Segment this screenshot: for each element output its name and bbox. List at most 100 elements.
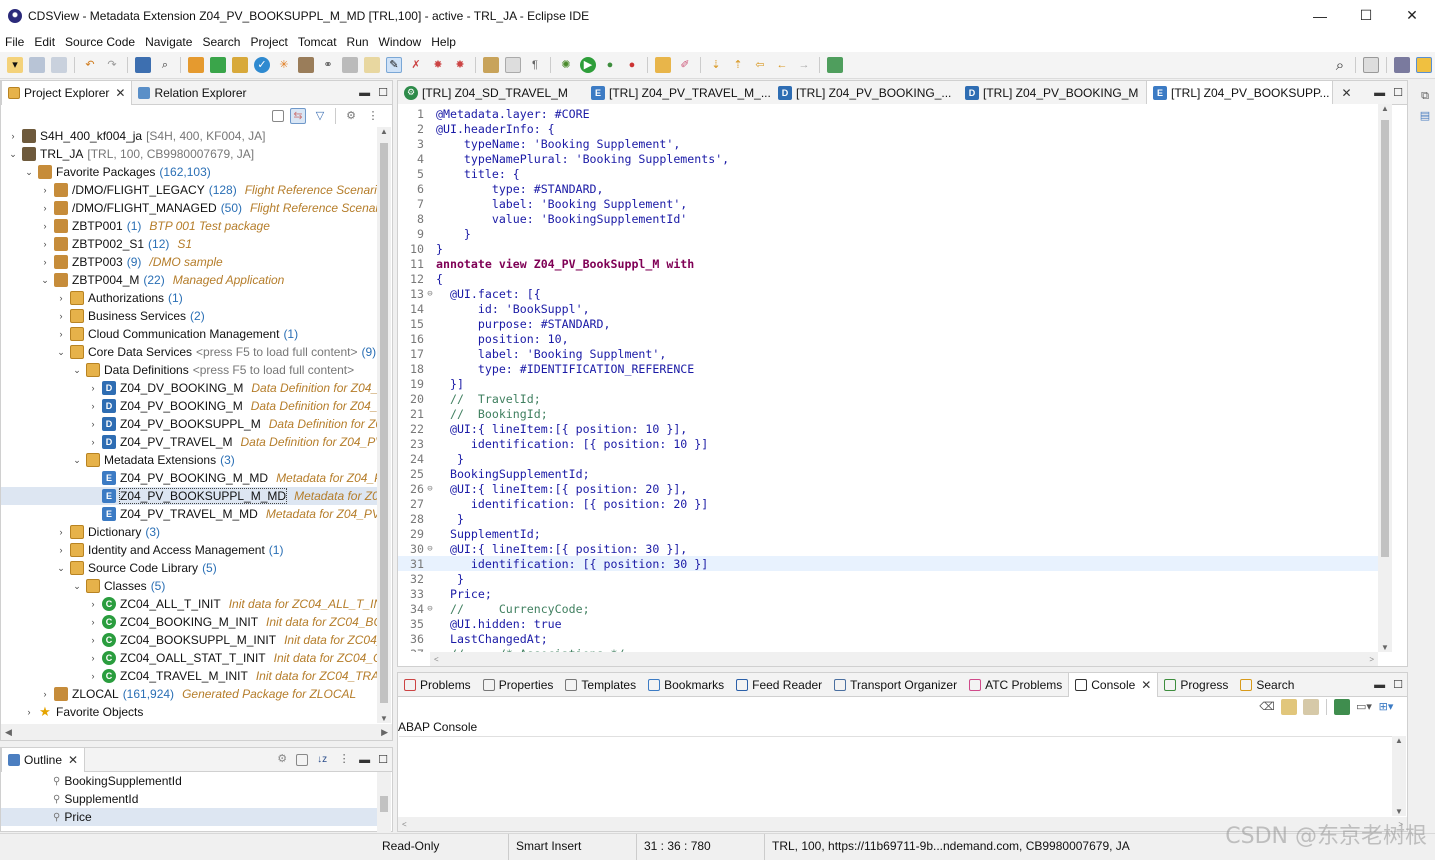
tab-templates[interactable]: Templates	[559, 673, 642, 697]
code-line[interactable]: 13 ⊖ @UI.facet: [{	[398, 286, 1378, 301]
coverage-icon[interactable]: ●	[602, 57, 618, 73]
expand-toggle-icon[interactable]: ›	[87, 617, 99, 627]
sort-icon[interactable]: ↓z	[314, 752, 330, 768]
close-icon[interactable]: ✕	[115, 86, 125, 100]
tree-item[interactable]: › C ZC04_BOOKING_M_INIT Init data for ZC04_…	[1, 613, 377, 631]
menu-search[interactable]: Search	[197, 35, 245, 49]
code-line[interactable]: 36 LastChangedAt;	[398, 631, 1378, 646]
tree-item[interactable]: E Z04_PV_BOOKING_M_MD Metadata for Z04_PV	[1, 469, 377, 487]
editor-tab[interactable]: ⚙ [TRL] Z04_SD_TRAVEL_M	[398, 81, 585, 105]
code-line[interactable]: 10}	[398, 241, 1378, 256]
tool3-icon[interactable]: ✸	[452, 57, 468, 73]
back-icon[interactable]: ←	[774, 57, 790, 73]
tree-item[interactable]: ⌄ Source Code Library (5)	[1, 559, 377, 577]
scroll-lock-icon[interactable]	[1281, 699, 1297, 715]
code-line[interactable]: 31 identification: [{ position: 30 }]	[398, 556, 1378, 571]
tree-item[interactable]: › C ZC04_ALL_T_INIT Init data for ZC04_ALL_…	[1, 595, 377, 613]
tree-hscrollbar[interactable]: ◀ ▶	[1, 724, 392, 740]
save-icon[interactable]	[29, 57, 45, 73]
tree-item[interactable]: › ZBTP002_S1 (12) S1	[1, 235, 377, 253]
pilcrow-icon[interactable]: ¶	[527, 57, 543, 73]
expand-toggle-icon[interactable]: ⌄	[39, 275, 51, 286]
tree-item[interactable]: › D Z04_PV_TRAVEL_M Data Definition for Z04…	[1, 433, 377, 451]
minimize-button[interactable]: —	[1297, 0, 1343, 31]
minimize-view-icon[interactable]: ▬	[1374, 87, 1385, 99]
save-all-icon[interactable]	[51, 57, 67, 73]
prev-annotation-icon[interactable]: ⇡	[730, 57, 746, 73]
maximize-view-icon[interactable]: ☐	[378, 753, 388, 766]
tree-item[interactable]: › ZLOCAL (161,924) Generated Package for ZL…	[1, 685, 377, 703]
expand-toggle-icon[interactable]: ›	[55, 329, 67, 339]
forward-icon[interactable]: →	[796, 57, 812, 73]
expand-toggle-icon[interactable]: ›	[39, 257, 51, 267]
redo-icon[interactable]: ↷	[104, 57, 120, 73]
print-icon[interactable]	[342, 57, 358, 73]
code-line[interactable]: 27 identification: [{ position: 20 }]	[398, 496, 1378, 511]
code-line[interactable]: 26 ⊖ @UI:{ lineItem:[{ position: 20 }],	[398, 481, 1378, 496]
open-folder-icon[interactable]	[655, 57, 671, 73]
tab-atc-problems[interactable]: ATC Problems	[963, 673, 1068, 697]
link-editor-icon[interactable]: ⇆	[290, 108, 306, 124]
tool1-icon[interactable]: ✗	[408, 57, 424, 73]
console-icon[interactable]	[135, 57, 151, 73]
collapse-all-icon[interactable]	[272, 110, 284, 122]
tree-item[interactable]: ⌄ Data Definitions <press F5 to load full …	[1, 361, 377, 379]
expand-toggle-icon[interactable]: ›	[55, 311, 67, 321]
code-line[interactable]: 20 // TravelId;	[398, 391, 1378, 406]
code-line[interactable]: 25 BookingSupplementId;	[398, 466, 1378, 481]
code-line[interactable]: 35 @UI.hidden: true	[398, 616, 1378, 631]
editor-tab[interactable]: D [TRL] Z04_PV_BOOKING_M	[959, 81, 1146, 105]
expand-toggle-icon[interactable]: ›	[23, 707, 35, 717]
expand-toggle-icon[interactable]: ›	[39, 185, 51, 195]
menu-tomcat[interactable]: Tomcat	[293, 35, 342, 49]
maximize-button[interactable]: ☐	[1343, 0, 1389, 31]
fold-icon[interactable]: ⊖	[424, 604, 436, 614]
abap-perspective-icon[interactable]	[1416, 57, 1432, 73]
expand-toggle-icon[interactable]: ›	[87, 437, 99, 447]
code-line[interactable]: 6 type: #STANDARD,	[398, 181, 1378, 196]
code-line[interactable]: 5 title: {	[398, 166, 1378, 181]
code-line[interactable]: 12 {	[398, 271, 1378, 286]
tree-item[interactable]: ⌄ Metadata Extensions (3)	[1, 451, 377, 469]
expand-toggle-icon[interactable]: ›	[87, 419, 99, 429]
new-icon[interactable]: ▾	[7, 57, 23, 73]
expand-toggle-icon[interactable]: ⌄	[7, 149, 19, 160]
tab-console[interactable]: Console ✕	[1068, 672, 1159, 697]
tab-feed-reader[interactable]: Feed Reader	[730, 673, 828, 697]
expand-toggle-icon[interactable]: ›	[39, 221, 51, 231]
tree-item[interactable]: › C ZC04_TRAVEL_M_INIT Init data for ZC04_T…	[1, 667, 377, 685]
code-line[interactable]: 29 SupplementId;	[398, 526, 1378, 541]
outline-item[interactable]: ⚲ SupplementId	[1, 790, 377, 808]
editor-hscrollbar[interactable]: < >	[430, 652, 1378, 666]
tree-item[interactable]: › /DMO/FLIGHT_MANAGED (50) Flight Reference…	[1, 199, 377, 217]
expand-toggle-icon[interactable]: ⌄	[71, 365, 83, 376]
editor-tab[interactable]: E [TRL] Z04_PV_BOOKSUPP... ✕	[1146, 80, 1352, 105]
tree-item[interactable]: › S4H_400_kf004_ja [S4H, 400, KF004, JA]	[1, 127, 377, 145]
expand-toggle-icon[interactable]: ›	[55, 527, 67, 537]
run-icon[interactable]: ▶	[580, 57, 596, 73]
fold-icon[interactable]: ⊖	[424, 544, 436, 554]
menu-project[interactable]: Project	[245, 35, 292, 49]
expand-toggle-icon[interactable]: ›	[87, 401, 99, 411]
code-line[interactable]: 9 }	[398, 226, 1378, 241]
tool4-icon[interactable]	[483, 57, 499, 73]
menu-run[interactable]: Run	[342, 35, 374, 49]
code-line[interactable]: 8 value: 'BookingSupplementId'	[398, 211, 1378, 226]
code-line[interactable]: 3 typeName: 'Booking Supplement',	[398, 136, 1378, 151]
tab-bookmarks[interactable]: Bookmarks	[642, 673, 730, 697]
clear-console-icon[interactable]: ⌫	[1259, 699, 1275, 715]
minimize-view-icon[interactable]: ▬	[1374, 679, 1385, 691]
code-line[interactable]: 33 Price;	[398, 586, 1378, 601]
tree-item[interactable]: ⌄ Core Data Services <press F5 to load ful…	[1, 343, 377, 361]
code-line[interactable]: 11 annotate view Z04_PV_BookSuppl_M with	[398, 256, 1378, 271]
tree-item[interactable]: › ★ Favorite Objects	[1, 703, 377, 721]
code-line[interactable]: 7 label: 'Booking Supplement',	[398, 196, 1378, 211]
code-line[interactable]: 23 identification: [{ position: 10 }]	[398, 436, 1378, 451]
menu-window[interactable]: Window	[374, 35, 427, 49]
outline-scrollbar[interactable]	[377, 772, 391, 832]
tab-properties[interactable]: Properties	[477, 673, 560, 697]
expand-toggle-icon[interactable]: ›	[87, 383, 99, 393]
tab-search[interactable]: Search	[1234, 673, 1300, 697]
word-wrap-icon[interactable]	[1303, 699, 1319, 715]
tree-item[interactable]: › D Z04_PV_BOOKING_M Data Definition for Z0…	[1, 397, 377, 415]
